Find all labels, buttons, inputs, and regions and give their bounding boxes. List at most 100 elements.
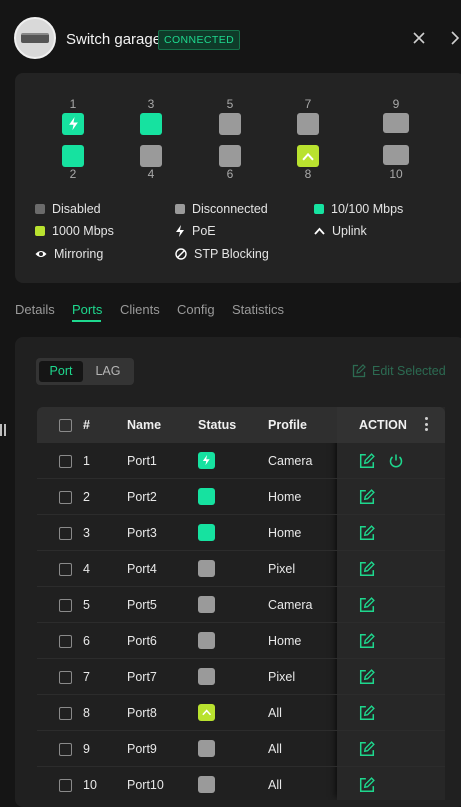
port-number: 6 — [83, 634, 90, 648]
edit-icon[interactable] — [359, 633, 375, 649]
port-number-label: 5 — [226, 97, 234, 111]
port-3-indicator[interactable] — [140, 113, 162, 135]
port-10100-status — [198, 524, 215, 541]
port-number: 10 — [83, 778, 97, 792]
port-profile: Camera — [268, 454, 313, 468]
port-name: Port2 — [127, 490, 157, 504]
tab-details[interactable]: Details — [15, 302, 55, 317]
disconnected-swatch — [175, 204, 185, 214]
port-name: Port5 — [127, 598, 157, 612]
col-profile-header[interactable]: Profile — [268, 418, 307, 432]
legend-1000: 1000 Mbps — [35, 224, 114, 238]
tab-statistics[interactable]: Statistics — [232, 302, 284, 317]
port-name: Port3 — [127, 526, 157, 540]
row-checkbox[interactable] — [59, 635, 72, 648]
port-7-indicator[interactable] — [297, 113, 319, 135]
close-icon[interactable] — [411, 30, 427, 46]
seg-lag-button[interactable]: LAG — [85, 361, 131, 382]
col-name-header[interactable]: Name — [127, 418, 161, 432]
seg-port-button[interactable]: Port — [39, 361, 83, 382]
switch-icon — [21, 33, 49, 43]
legend-10100: 10/100 Mbps — [314, 202, 403, 216]
port-number: 2 — [83, 490, 90, 504]
port-number: 3 — [83, 526, 90, 540]
more-options-icon[interactable] — [424, 417, 428, 431]
select-all-checkbox[interactable] — [59, 419, 72, 432]
edit-icon[interactable] — [359, 777, 375, 793]
table-row[interactable]: 1 Port1 Camera — [37, 443, 445, 479]
port-5-indicator[interactable] — [219, 113, 241, 135]
legend-label: Uplink — [332, 224, 367, 238]
port-number-label: 3 — [147, 97, 155, 111]
port-profile: Pixel — [268, 562, 296, 576]
port-disconnected-status — [198, 596, 215, 613]
legend-label: Disabled — [52, 202, 101, 216]
edit-icon[interactable] — [359, 597, 375, 613]
table-row[interactable]: 10 Port10 All — [37, 767, 445, 800]
edit-icon[interactable] — [359, 525, 375, 541]
port-number-label: 9 — [392, 97, 400, 111]
status-badge: CONNECTED — [158, 30, 241, 50]
port-2-indicator[interactable] — [62, 145, 84, 167]
table-row[interactable]: 6 Port6 Home — [37, 623, 445, 659]
row-checkbox[interactable] — [59, 671, 72, 684]
power-cycle-icon[interactable] — [388, 453, 404, 469]
table-row[interactable]: 3 Port3 Home — [37, 515, 445, 551]
row-checkbox[interactable] — [59, 779, 72, 792]
port-disconnected-status — [198, 668, 215, 685]
tab-clients[interactable]: Clients — [120, 302, 160, 317]
tab-config[interactable]: Config — [177, 302, 215, 317]
row-checkbox[interactable] — [59, 455, 72, 468]
edit-icon[interactable] — [359, 669, 375, 685]
port-1-indicator[interactable] — [62, 113, 84, 135]
port-number-label: 8 — [304, 167, 312, 181]
port-name: Port9 — [127, 742, 157, 756]
port-name: Port8 — [127, 706, 157, 720]
edit-icon[interactable] — [359, 561, 375, 577]
row-checkbox[interactable] — [59, 707, 72, 720]
port-10-indicator[interactable] — [383, 145, 409, 165]
port-number-label: 4 — [147, 167, 155, 181]
table-row[interactable]: 5 Port5 Camera — [37, 587, 445, 623]
col-num-header: # — [83, 418, 90, 432]
port-4-indicator[interactable] — [140, 145, 162, 167]
edit-icon[interactable] — [359, 705, 375, 721]
action-header: ACTION — [337, 407, 445, 443]
legend-label: Disconnected — [192, 202, 268, 216]
legend-mirroring: Mirroring — [35, 247, 103, 261]
legend-stp: STP Blocking — [175, 247, 269, 261]
table-row[interactable]: 2 Port2 Home — [37, 479, 445, 515]
row-checkbox[interactable] — [59, 491, 72, 504]
legend-label: 10/100 Mbps — [331, 202, 404, 216]
port-uplink-status — [198, 704, 215, 721]
edit-selected-button[interactable]: Edit Selected — [352, 364, 446, 378]
row-checkbox[interactable] — [59, 527, 72, 540]
port-8-indicator[interactable] — [297, 145, 319, 167]
edit-icon[interactable] — [359, 453, 375, 469]
row-checkbox[interactable] — [59, 599, 72, 612]
port-profile: Camera — [268, 598, 313, 612]
legend-disconnected: Disconnected — [175, 202, 268, 216]
table-row[interactable]: 8 Port8 All — [37, 695, 445, 731]
port-name: Port4 — [127, 562, 157, 576]
chevron-right-icon[interactable] — [449, 30, 461, 48]
edit-icon[interactable] — [359, 741, 375, 757]
table-row[interactable]: 9 Port9 All — [37, 731, 445, 767]
table-row[interactable]: 7 Port7 Pixel — [37, 659, 445, 695]
port-9-indicator[interactable] — [383, 113, 409, 133]
row-checkbox[interactable] — [59, 563, 72, 576]
table-row[interactable]: 4 Port4 Pixel — [37, 551, 445, 587]
port-number-label: 2 — [69, 167, 77, 181]
port-number-label: 10 — [389, 167, 403, 181]
legend-label: Mirroring — [54, 247, 104, 261]
legend-uplink: Uplink — [314, 224, 367, 238]
port-6-indicator[interactable] — [219, 145, 241, 167]
col-action-header: ACTION — [359, 418, 407, 432]
row-checkbox[interactable] — [59, 743, 72, 756]
edit-icon[interactable] — [359, 489, 375, 505]
sidebar-handle-icon[interactable] — [0, 424, 6, 436]
tab-ports[interactable]: Ports — [72, 302, 102, 317]
port-profile: Home — [268, 634, 302, 648]
lightning-icon — [176, 225, 184, 237]
col-status-header[interactable]: Status — [198, 418, 236, 432]
